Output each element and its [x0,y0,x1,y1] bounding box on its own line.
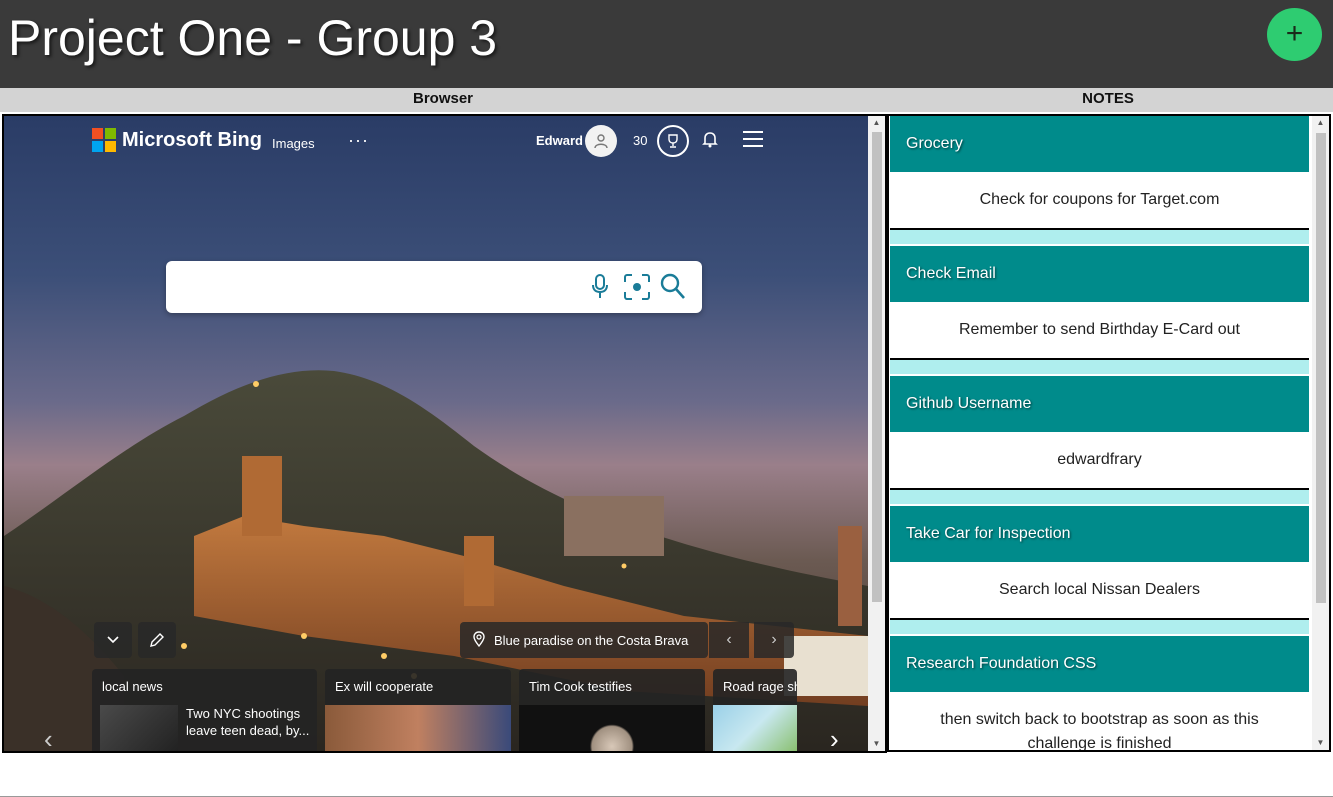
rewards-trophy-icon[interactable] [657,125,689,157]
note-body[interactable]: Remember to send Birthday E-Card out [890,302,1309,360]
note-divider [890,360,1309,374]
news-thumbnail-image [325,705,511,751]
location-pin-icon [472,630,486,650]
image-caption[interactable]: Blue paradise on the Costa Brava [460,622,708,658]
scrollbar-thumb[interactable] [872,132,882,602]
note-card[interactable]: Github Username edwardfrary [890,376,1309,504]
note-body[interactable]: Search local Nissan Dealers [890,562,1309,620]
browser-scrollbar[interactable]: ▲ ▼ [868,116,885,751]
news-card-title: Tim Cook testifies [529,679,632,694]
search-box[interactable] [166,261,702,313]
news-next-arrow-icon[interactable]: › [830,724,839,751]
news-card-title: local news [102,679,163,694]
nav-images-link[interactable]: Images [272,136,315,151]
news-prev-arrow-icon[interactable]: ‹ [44,724,53,751]
note-body[interactable]: edwardfrary [890,432,1309,490]
note-title[interactable]: Check Email [890,246,1309,302]
news-thumbnail-image [519,705,705,751]
news-thumbnail-image [713,705,797,751]
rewards-points[interactable]: 30 [633,133,647,148]
note-title[interactable]: Github Username [890,376,1309,432]
bing-logo[interactable]: Microsoft Bing [92,128,262,152]
note-title[interactable]: Research Foundation CSS [890,636,1309,692]
note-card[interactable]: Grocery Check for coupons for Target.com [890,116,1309,244]
browser-iframe[interactable]: Microsoft Bing Images ··· Edward 30 Blue… [2,114,887,753]
scroll-up-arrow-icon[interactable]: ▲ [1312,116,1329,130]
next-image-chevron-icon[interactable]: › [754,622,794,658]
scroll-down-arrow-icon[interactable]: ▼ [1312,736,1329,750]
news-card-title: Road rage sh [723,679,797,694]
app-header: Project One - Group 3 + [0,0,1333,88]
news-card-snippet: Two NYC shootings leave teen dead, by... [186,706,310,738]
hamburger-menu-icon[interactable] [742,130,764,153]
user-name[interactable]: Edward [536,133,583,148]
note-divider [890,230,1309,244]
notes-panel: Grocery Check for coupons for Target.com… [887,114,1331,752]
bing-brand-text: Microsoft Bing [122,128,262,151]
collapse-chevron-icon[interactable] [94,622,132,658]
scroll-down-arrow-icon[interactable]: ▼ [868,737,885,751]
column-headers: Browser NOTES [0,88,1333,112]
note-title[interactable]: Take Car for Inspection [890,506,1309,562]
note-card[interactable]: Take Car for Inspection Search local Nis… [890,506,1309,634]
search-icon[interactable] [660,273,686,306]
scrollbar-thumb[interactable] [1316,133,1326,603]
note-divider [890,490,1309,504]
search-input[interactable] [178,271,582,303]
app-title: Project One - Group 3 [8,10,498,66]
microphone-icon[interactable] [590,274,610,305]
note-card[interactable]: Check Email Remember to send Birthday E-… [890,246,1309,374]
news-card-title: Ex will cooperate [335,679,434,694]
note-divider [890,620,1309,634]
user-avatar-icon[interactable] [585,125,617,157]
news-thumbnail-image [100,705,178,751]
browser-column-header: Browser [412,90,474,107]
add-note-button[interactable]: + [1267,8,1322,61]
news-card[interactable]: Ex will cooperate [325,669,511,751]
microsoft-logo-icon [92,128,116,152]
notes-column-header: NOTES [1082,90,1134,107]
image-caption-text: Blue paradise on the Costa Brava [494,632,689,648]
more-menu-icon[interactable]: ··· [348,130,369,151]
news-card[interactable]: Road rage sh [713,669,797,751]
note-card[interactable]: Research Foundation CSS then switch back… [890,636,1309,750]
note-body[interactable]: then switch back to bootstrap as soon as… [890,692,1309,750]
note-title[interactable]: Grocery [890,116,1309,172]
news-card[interactable]: local news Two NYC shootings leave teen … [92,669,317,751]
notes-scrollbar[interactable]: ▲ ▼ [1312,116,1329,750]
note-body[interactable]: Check for coupons for Target.com [890,172,1309,230]
news-card[interactable]: Tim Cook testifies [519,669,705,751]
previous-image-chevron-icon[interactable]: ‹ [709,622,749,658]
scroll-up-arrow-icon[interactable]: ▲ [868,116,885,130]
notifications-bell-icon[interactable] [702,130,718,153]
edit-pencil-icon[interactable] [138,622,176,658]
visual-search-icon[interactable] [624,274,650,305]
